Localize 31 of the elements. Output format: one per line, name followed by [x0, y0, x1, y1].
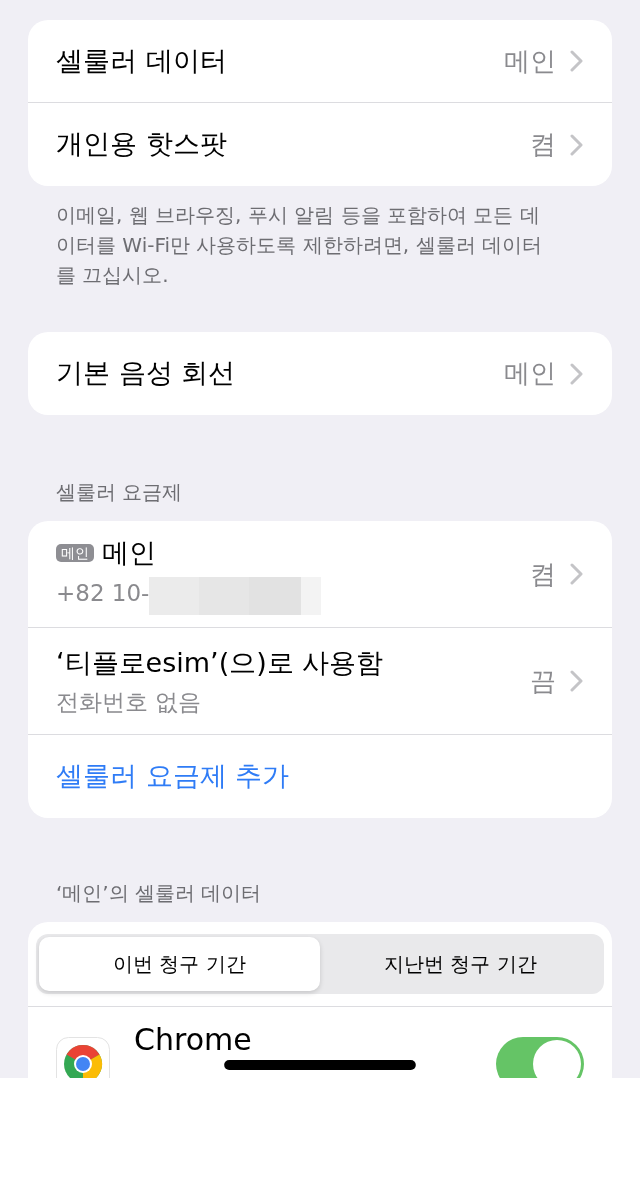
plan-status: 끔: [530, 664, 556, 698]
plan-row[interactable]: ‘티플로esim’(으)로 사용함 전화번호 없음 끔: [28, 628, 612, 735]
chevron-icon: [570, 362, 584, 385]
row-value: 메인: [504, 357, 556, 390]
phone-number: +82 10-: [56, 579, 150, 606]
footer-note: 이메일, 웹 브라우징, 푸시 알림 등을 포함하여 모든 데이터를 Wi-Fi만 사용하도록 제한하려면, 셀룰러 데이터를 끄십시오.: [55, 202, 543, 289]
add-plan-link[interactable]: 셀룰러 요금제 추가: [56, 756, 584, 797]
settings-row[interactable]: 셀룰러 데이터 메인: [28, 20, 612, 103]
app-name: Chrome: [134, 1023, 252, 1056]
plan-name: 메인: [102, 537, 156, 568]
period-tab[interactable]: 지난번 청구 기간: [320, 937, 601, 991]
section-header: ‘메인’의 셀룰러 데이터: [55, 880, 263, 907]
phone-number: 전화번호 없음: [56, 689, 202, 715]
row-title: 셀룰러 데이터: [56, 43, 228, 78]
plan-row[interactable]: $^{메인}$ 메인 +82 10- 켬: [28, 521, 612, 628]
settings-row[interactable]: 개인용 핫스팟 켬: [28, 103, 612, 186]
row-value: 메인: [504, 44, 556, 78]
row-value: 켬: [530, 128, 556, 161]
plan-name: ‘티플로esim’(으)로 사용함: [56, 646, 384, 678]
row-title: 기본 음성 회선: [56, 356, 237, 391]
toggle-switch[interactable]: [496, 1037, 584, 1078]
chevron-icon: [570, 133, 584, 156]
plan-status: 켬: [530, 557, 556, 591]
line-badge: 메인: [56, 544, 94, 562]
chevron-icon: [570, 670, 584, 692]
settings-row[interactable]: 기본 음성 회선 메인: [28, 332, 612, 415]
row-title: 개인용 핫스팟: [56, 127, 228, 162]
period-tab[interactable]: 이번 청구 기간: [39, 937, 320, 991]
chevron-icon: [570, 50, 584, 72]
section-header: 셀룰러 요금제: [55, 479, 184, 506]
chevron-icon: [570, 563, 584, 585]
